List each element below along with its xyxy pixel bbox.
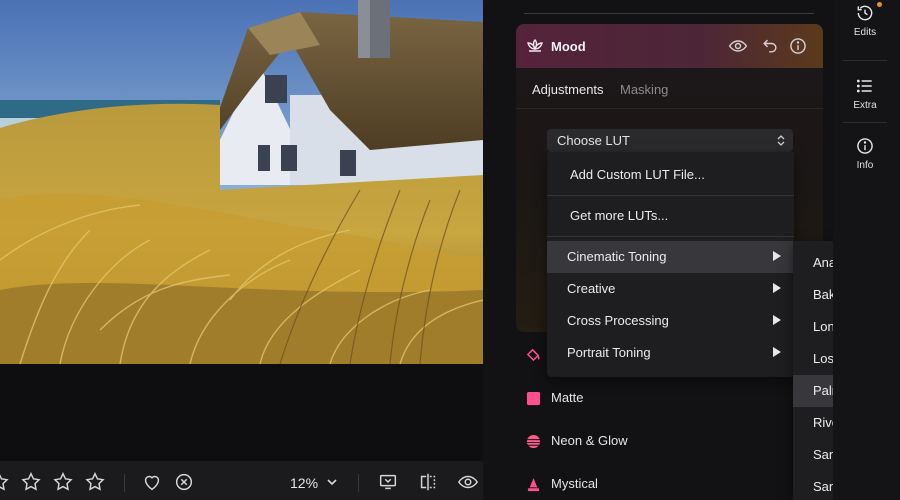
zoom-level[interactable]: 12% bbox=[290, 475, 318, 491]
chevron-down-icon[interactable] bbox=[325, 475, 339, 489]
panel-divider bbox=[524, 13, 814, 14]
menu-item-label: Cross Processing bbox=[567, 313, 669, 328]
info-icon bbox=[857, 138, 873, 154]
menu-item-label: Add Custom LUT File... bbox=[570, 167, 705, 182]
paint-bucket-icon bbox=[526, 348, 540, 362]
toolbar-divider bbox=[358, 474, 359, 492]
compare-icon[interactable] bbox=[417, 471, 439, 493]
bottom-toolbar: 12% bbox=[0, 461, 490, 500]
menu-item-cross-processing[interactable]: Cross Processing bbox=[547, 305, 794, 337]
star-icon[interactable] bbox=[0, 471, 10, 493]
sidebar-item-info[interactable]: Info bbox=[833, 136, 897, 171]
heart-icon[interactable] bbox=[141, 471, 163, 493]
reset-icon[interactable] bbox=[760, 36, 780, 56]
menu-item-get-more-luts[interactable]: Get more LUTs... bbox=[547, 200, 794, 232]
sidebar-divider bbox=[843, 60, 887, 61]
menu-item-label: Portrait Toning bbox=[567, 345, 651, 360]
tab-adjustments[interactable]: Adjustments bbox=[532, 82, 604, 97]
menu-item-creative[interactable]: Creative bbox=[547, 273, 794, 305]
right-sidebar bbox=[833, 0, 900, 500]
look-label: Mystical bbox=[551, 476, 598, 491]
visibility-eye-icon[interactable] bbox=[728, 36, 748, 56]
sidebar-item-label: Info bbox=[856, 160, 874, 171]
sidebar-item-label: Extra bbox=[853, 100, 877, 111]
submenu-arrow-icon bbox=[773, 315, 781, 325]
look-label: Neon & Glow bbox=[551, 433, 628, 448]
menu-item-portrait-toning[interactable]: Portrait Toning bbox=[547, 337, 794, 369]
choose-lut-label: Choose LUT bbox=[557, 133, 630, 148]
sidebar-item-extra[interactable]: Extra bbox=[833, 76, 897, 111]
info-icon[interactable] bbox=[788, 36, 808, 56]
sidebar-item-label: Edits bbox=[853, 27, 877, 38]
mood-header[interactable]: Mood bbox=[516, 24, 823, 68]
star-icon[interactable] bbox=[84, 471, 106, 493]
sidebar-item-edits[interactable]: Edits bbox=[833, 3, 897, 38]
menu-item-label: Get more LUTs... bbox=[570, 208, 669, 223]
neon-sun-icon bbox=[526, 434, 541, 449]
notification-dot bbox=[877, 2, 882, 7]
list-icon bbox=[856, 79, 872, 93]
menu-item-cinematic-toning[interactable]: Cinematic Toning bbox=[547, 241, 794, 273]
photo-image bbox=[0, 0, 483, 364]
lotus-icon bbox=[525, 36, 545, 56]
fit-screen-icon[interactable] bbox=[377, 471, 399, 493]
mystical-icon bbox=[527, 477, 540, 492]
choose-lut-select[interactable]: Choose LUT bbox=[547, 129, 793, 152]
mood-title: Mood bbox=[551, 39, 586, 54]
menu-separator bbox=[547, 195, 794, 196]
menu-item-add-custom-lut[interactable]: Add Custom LUT File... bbox=[547, 159, 794, 191]
toolbar-divider bbox=[124, 474, 125, 492]
submenu-arrow-icon bbox=[773, 347, 781, 357]
look-label: Matte bbox=[551, 390, 584, 405]
menu-separator bbox=[547, 236, 794, 237]
matte-square-icon bbox=[526, 391, 541, 406]
history-icon bbox=[857, 5, 873, 21]
photo-preview[interactable] bbox=[0, 0, 483, 364]
tab-masking[interactable]: Masking bbox=[620, 82, 668, 97]
submenu-arrow-icon bbox=[773, 251, 781, 261]
menu-item-label: Cinematic Toning bbox=[567, 249, 667, 264]
preview-eye-icon[interactable] bbox=[457, 471, 479, 493]
menu-item-label: Creative bbox=[567, 281, 616, 296]
submenu-arrow-icon bbox=[773, 283, 781, 293]
tabs-divider bbox=[516, 108, 823, 109]
select-arrows-icon bbox=[775, 133, 787, 148]
star-icon[interactable] bbox=[20, 471, 42, 493]
star-icon[interactable] bbox=[52, 471, 74, 493]
lut-dropdown-menu: Add Custom LUT File... Get more LUTs... … bbox=[547, 152, 794, 377]
sidebar-divider bbox=[843, 122, 887, 123]
reject-icon[interactable] bbox=[173, 471, 195, 493]
